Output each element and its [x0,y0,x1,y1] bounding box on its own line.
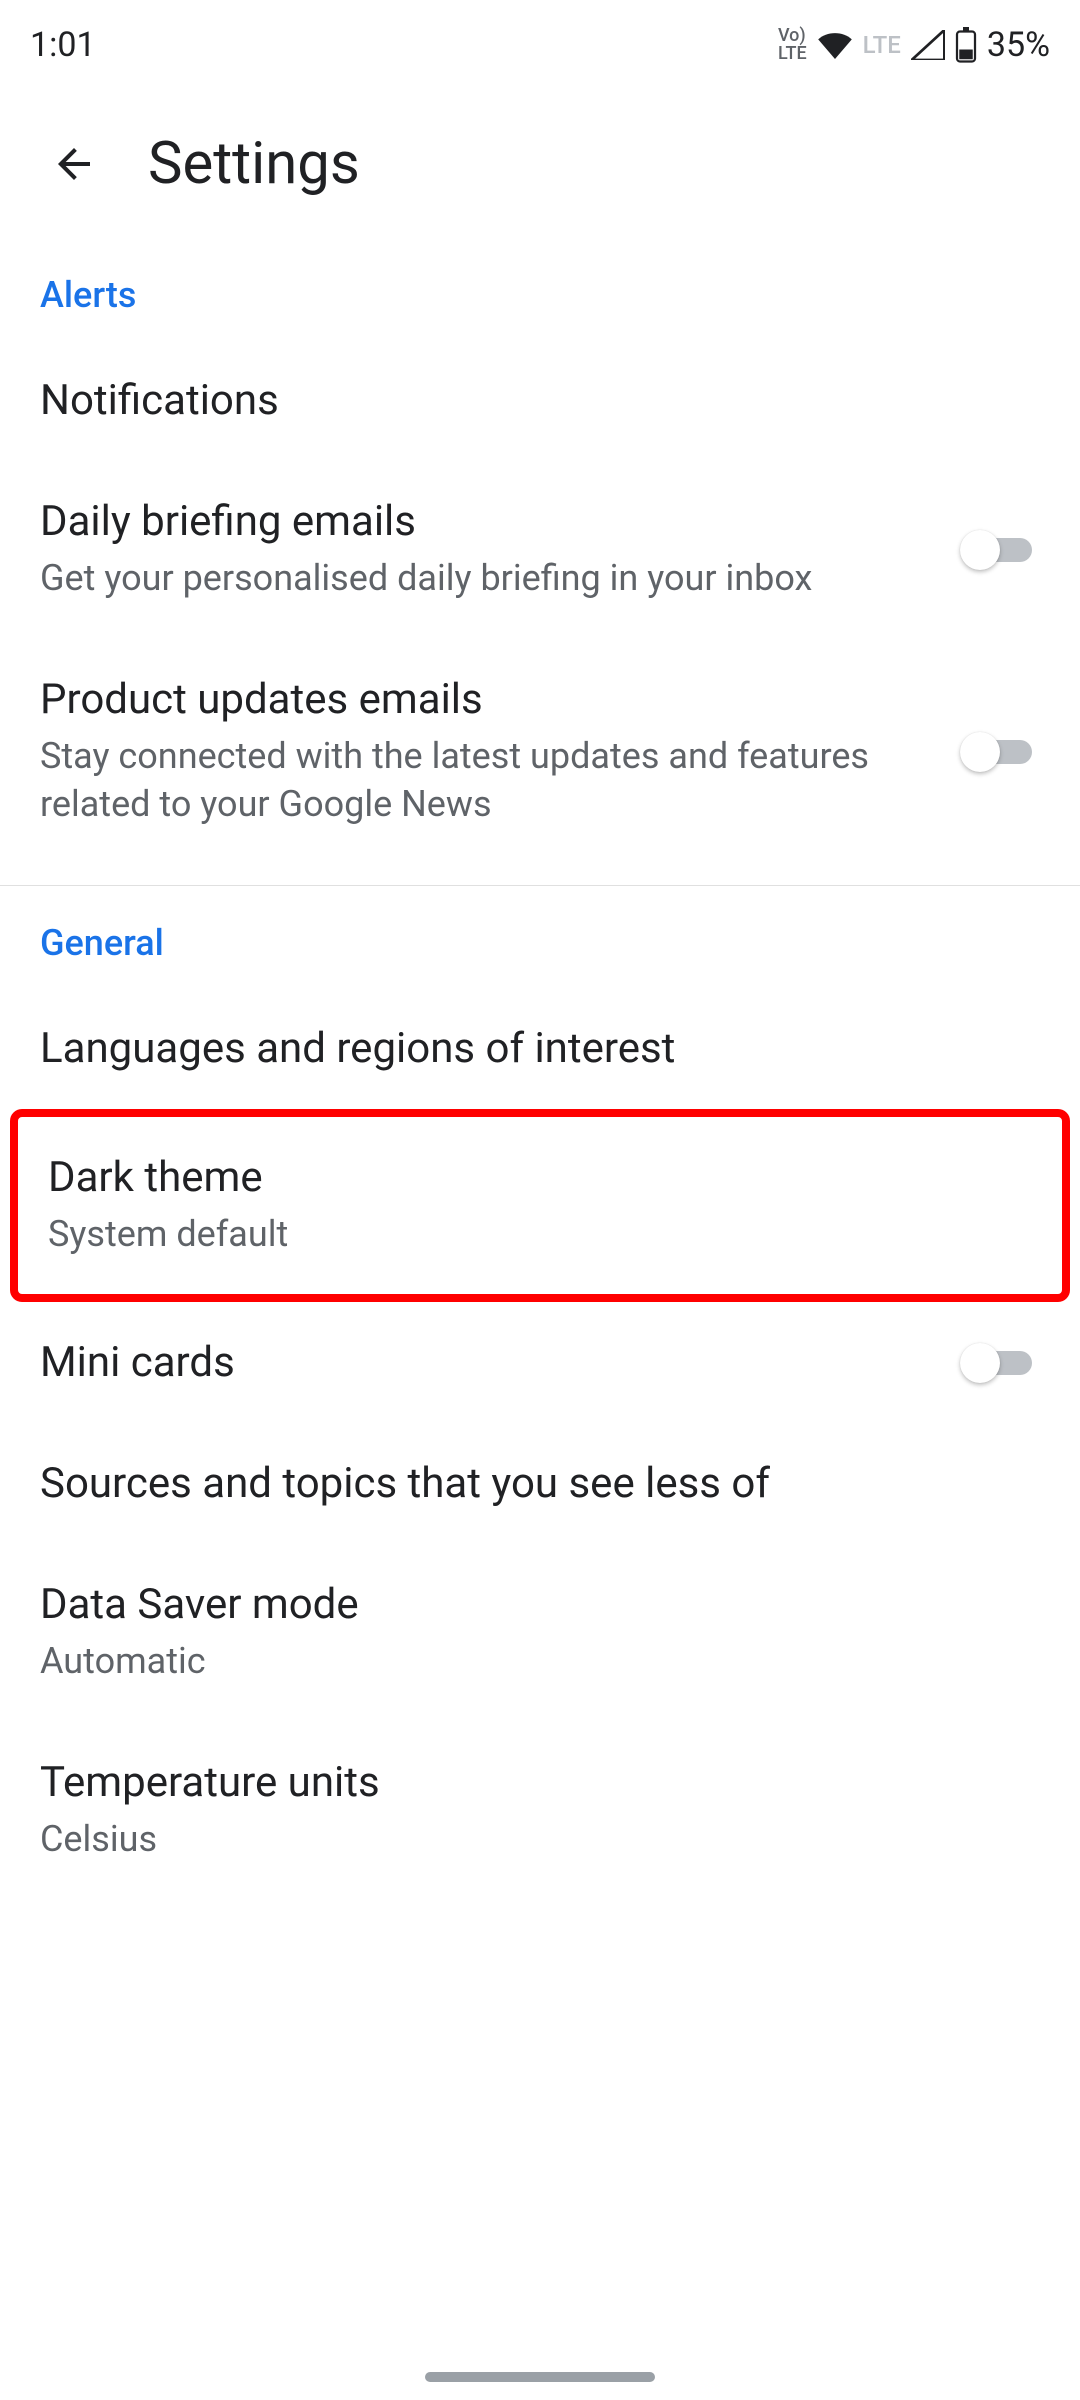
product-updates-switch[interactable] [960,732,1040,772]
general-section: General Languages and regions of interes… [0,886,1080,1900]
daily-briefing-title: Daily briefing emails [40,497,930,546]
temperature-title: Temperature units [40,1758,1040,1807]
product-updates-row[interactable]: Product updates emails Stay connected wi… [40,639,1040,865]
dark-theme-sub: System default [48,1210,1032,1259]
notifications-title: Notifications [40,376,1040,425]
data-saver-title: Data Saver mode [40,1580,1040,1629]
lte-indicator: LTE [863,31,901,59]
dark-theme-title: Dark theme [48,1153,1032,1202]
general-heading: General [40,886,1040,988]
mini-cards-title: Mini cards [40,1338,930,1387]
notifications-row[interactable]: Notifications [40,340,1040,461]
daily-briefing-sub: Get your personalised daily briefing in … [40,554,930,603]
status-indicators: Vo)LTE LTE 35% [778,25,1050,65]
signal-icon [911,30,945,60]
sources-title: Sources and topics that you see less of [40,1459,1040,1508]
wifi-icon [817,31,853,59]
languages-row[interactable]: Languages and regions of interest [40,988,1040,1109]
page-title: Settings [148,130,360,198]
sources-row[interactable]: Sources and topics that you see less of [40,1423,1040,1544]
status-bar: 1:01 Vo)LTE LTE 35% [0,0,1080,90]
data-saver-row[interactable]: Data Saver mode Automatic [40,1544,1040,1722]
arrow-back-icon [50,140,98,188]
alerts-heading: Alerts [40,238,1040,340]
battery-percentage: 35% [987,25,1050,65]
product-updates-title: Product updates emails [40,675,930,724]
navigation-handle[interactable] [425,2372,655,2382]
app-bar: Settings [0,90,1080,238]
mini-cards-switch[interactable] [960,1343,1040,1383]
temperature-sub: Celsius [40,1815,1040,1864]
dark-theme-row[interactable]: Dark theme System default [10,1109,1070,1303]
back-button[interactable] [50,140,98,188]
data-saver-sub: Automatic [40,1637,1040,1686]
temperature-row[interactable]: Temperature units Celsius [40,1722,1040,1900]
daily-briefing-row[interactable]: Daily briefing emails Get your personali… [40,461,1040,639]
daily-briefing-switch[interactable] [960,530,1040,570]
battery-icon [955,27,977,63]
volte-indicator: Vo)LTE [778,27,807,63]
product-updates-sub: Stay connected with the latest updates a… [40,732,930,829]
alerts-section: Alerts Notifications Daily briefing emai… [0,238,1080,865]
languages-title: Languages and regions of interest [40,1024,1040,1073]
status-time: 1:01 [30,25,96,65]
mini-cards-row[interactable]: Mini cards [40,1302,1040,1423]
